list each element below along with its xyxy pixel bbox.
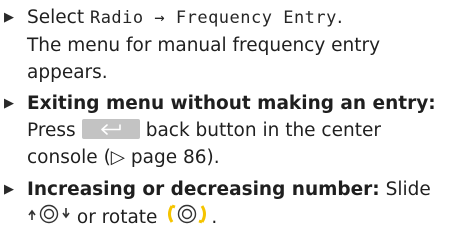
back-button-icon — [81, 119, 140, 139]
step-result-line: The menu for manual frequency entry — [27, 35, 381, 56]
bullet-triangle-icon: ▶ — [4, 10, 14, 25]
step-exit-menu: ▶ Exiting menu without making an entry: … — [4, 90, 456, 171]
bullet-triangle-icon: ▶ — [4, 182, 14, 197]
step-change-number: ▶ Increasing or decreasing number: Slide… — [4, 176, 456, 233]
back-arrow-icon — [100, 124, 121, 135]
step-result-line: appears. — [27, 62, 108, 83]
step-instruction-line: Select Radio → Frequency Entry. — [27, 7, 343, 28]
step-title: Increasing or decreasing number: — [27, 179, 380, 200]
step-instruction-line: Press back button in the center — [27, 119, 381, 141]
controller-rotate-icon — [163, 203, 211, 233]
menu-item-frequency-entry: Frequency Entry — [175, 8, 337, 28]
menu-item-radio: Radio — [89, 8, 144, 28]
step-page-reference: console (▷ page 86). — [27, 147, 220, 168]
step-select-radio: ▶ Select Radio → Frequency Entry. The me… — [4, 4, 456, 86]
step-instruction-line: or rotate . — [4, 203, 456, 233]
step-title: Exiting menu without making an entry: — [27, 93, 436, 114]
step-title-line: Increasing or decreasing number: Slide — [27, 179, 431, 200]
controller-slide-up-down-icon — [27, 203, 71, 233]
bullet-triangle-icon: ▶ — [4, 96, 14, 111]
